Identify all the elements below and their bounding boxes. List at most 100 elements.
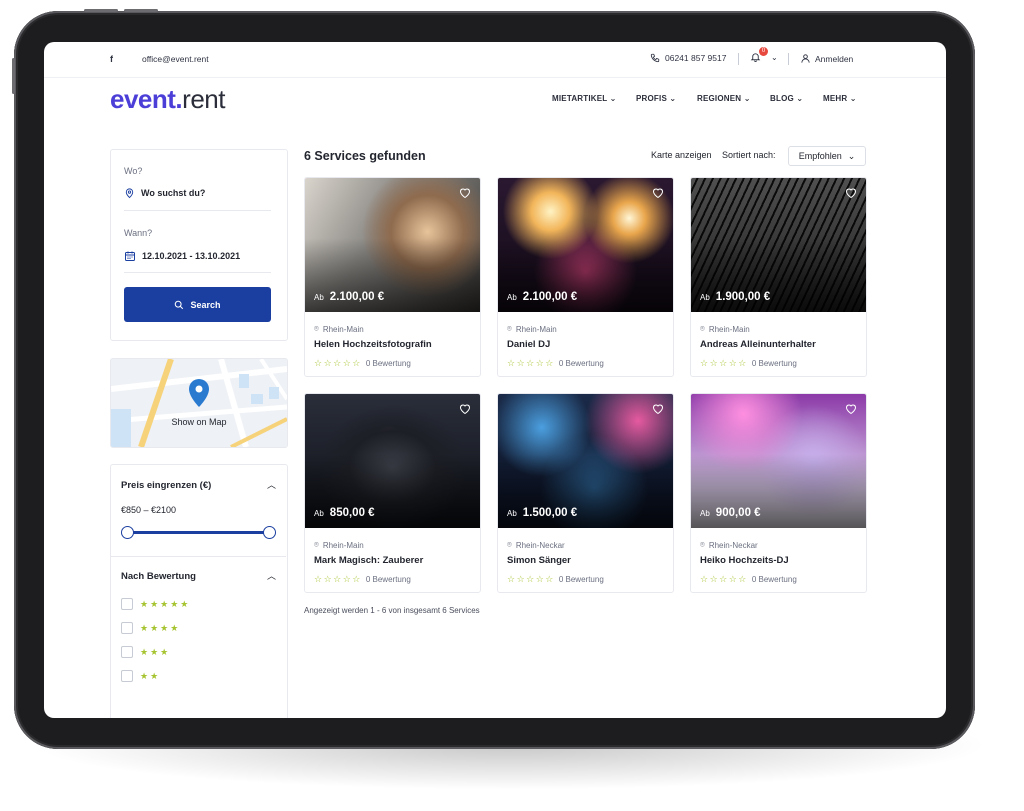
login-link[interactable]: Anmelden [800,53,853,64]
region-label: Rhein-Main [322,540,364,550]
heart-icon[interactable] [459,187,471,198]
service-card[interactable]: Ab 2.100,00 € ⌾ Rhein-Main Daniel DJ ☆☆☆☆☆… [497,177,674,377]
nav-regionen[interactable]: REGIONEN ⌄ [697,94,751,103]
logo[interactable]: event.rent [110,86,225,112]
facebook-icon[interactable]: f [110,54,113,64]
date-range-value: 12.10.2021 - 13.10.2021 [142,251,241,261]
star-rating: ★★ [140,670,161,681]
heart-icon[interactable] [459,403,471,414]
map-pin-icon: ⌾ [507,540,512,549]
service-card[interactable]: Ab 1.500,00 € ⌾ Rhein-Neckar Simon Sänger … [497,393,674,593]
star-rating: ★★★ [140,646,171,657]
price-slider-track[interactable] [127,531,269,534]
nav-label: REGIONEN [697,94,742,103]
calendar-icon [125,251,135,261]
sort-select[interactable]: Empfohlen ⌄ [788,146,866,166]
email-link[interactable]: office@event.rent [142,54,209,64]
service-card[interactable]: Ab 850,00 € ⌾ Rhein-Main Mark Magisch: Zau… [304,393,481,593]
service-name[interactable]: Daniel DJ [507,339,550,350]
top-bar: f office@event.rent 06241 857 9517 0 ⌄ A… [44,42,946,78]
rating-count: 0 Bewertung [751,575,797,584]
service-name[interactable]: Mark Magisch: Zauberer [314,555,423,566]
service-card[interactable]: Ab 900,00 € ⌾ Rhein-Neckar Heiko Hochzeits… [690,393,867,593]
nav-label: MEHR [823,94,848,103]
notification-bell[interactable]: 0 [750,47,768,65]
price-prefix: Ab [700,509,710,518]
service-rating: ☆☆☆☆☆ 0 Bewertung [507,574,604,585]
rating-option-5[interactable]: ★★★★★ [121,598,190,610]
heart-icon[interactable] [845,187,857,198]
service-region: ⌾ Rhein-Main [314,540,364,550]
search-button[interactable]: Search [124,287,271,322]
when-label: Wann? [124,228,153,238]
service-price: Ab 2.100,00 € [507,291,577,303]
region-label: Rhein-Main [515,324,557,334]
service-price: Ab 850,00 € [314,507,375,519]
date-range-input[interactable]: 12.10.2021 - 13.10.2021 [124,250,240,262]
heart-icon[interactable] [652,187,664,198]
divider [124,272,271,273]
price-value: 1.500,00 € [522,507,578,519]
price-prefix: Ab [314,293,324,302]
nav-mietartikel[interactable]: MIETARTIKEL ⌄ [552,94,617,103]
notification-badge: 0 [759,47,768,56]
region-label: Rhein-Neckar [708,540,758,550]
service-name[interactable]: Simon Sänger [507,555,571,566]
service-price: Ab 1.500,00 € [507,507,577,519]
price-prefix: Ab [314,509,324,518]
service-card[interactable]: Ab 1.900,00 € ⌾ Rhein-Main Andreas Alleinu… [690,177,867,377]
tablet-side-button [12,58,15,94]
price-value: 2.100,00 € [329,291,385,303]
collapse-caret-icon[interactable]: ︿ [267,569,276,582]
service-name[interactable]: Helen Hochzeitsfotografin [314,339,432,350]
phone-number: 06241 857 9517 [665,53,727,63]
price-prefix: Ab [700,293,710,302]
results-title: 6 Services gefunden [304,149,426,163]
star-rating: ☆☆☆☆☆ [314,574,362,584]
location-placeholder: Wo suchst du? [141,188,206,198]
rating-count: 0 Bewertung [365,575,411,584]
logo-part-event: event [110,84,176,114]
heart-icon[interactable] [652,403,664,414]
checkbox[interactable] [121,598,133,610]
checkbox[interactable] [121,646,133,658]
star-rating: ★★★★ [140,622,181,633]
nav-mehr[interactable]: MEHR ⌄ [823,94,857,103]
chevron-down-icon[interactable]: ⌄ [771,53,778,62]
checkbox[interactable] [121,670,133,682]
service-name[interactable]: Andreas Alleinunterhalter [700,339,816,350]
show-on-map[interactable]: Show on Map [110,358,288,448]
rating-count: 0 Bewertung [365,359,411,368]
divider [738,53,739,65]
checkbox[interactable] [121,622,133,634]
collapse-caret-icon[interactable]: ︿ [267,478,276,491]
price-value: 900,00 € [715,507,761,519]
heart-icon[interactable] [845,403,857,414]
show-map-link[interactable]: Karte anzeigen [651,150,712,160]
service-region: ⌾ Rhein-Neckar [507,540,565,550]
service-region: ⌾ Rhein-Main [700,324,750,334]
map-pin-icon: ⌾ [314,540,319,549]
rating-option-2[interactable]: ★★ [121,670,160,682]
service-card[interactable]: Ab 2.100,00 € ⌾ Rhein-Main Helen Hochzeits… [304,177,481,377]
sort-value: Empfohlen [798,151,842,161]
phone-link[interactable]: 06241 857 9517 [650,53,726,63]
rating-option-3[interactable]: ★★★ [121,646,170,658]
map-pin-icon [125,188,134,199]
nav-blog[interactable]: BLOG ⌄ [770,94,803,103]
star-rating: ☆☆☆☆☆ [700,574,748,584]
rating-option-4[interactable]: ★★★★ [121,622,180,634]
price-slider-min-handle[interactable] [121,526,134,539]
location-input[interactable]: Wo suchst du? [124,187,205,199]
user-icon [801,54,810,63]
service-name[interactable]: Heiko Hochzeits-DJ [700,555,789,566]
nav-profis[interactable]: PROFIS ⌄ [636,94,676,103]
service-region: ⌾ Rhein-Main [507,324,557,334]
price-prefix: Ab [507,293,517,302]
search-icon [175,300,184,309]
nav-label: PROFIS [636,94,667,103]
divider [124,210,271,211]
service-region: ⌾ Rhein-Main [314,324,364,334]
service-rating: ☆☆☆☆☆ 0 Bewertung [700,358,797,369]
price-slider-max-handle[interactable] [263,526,276,539]
